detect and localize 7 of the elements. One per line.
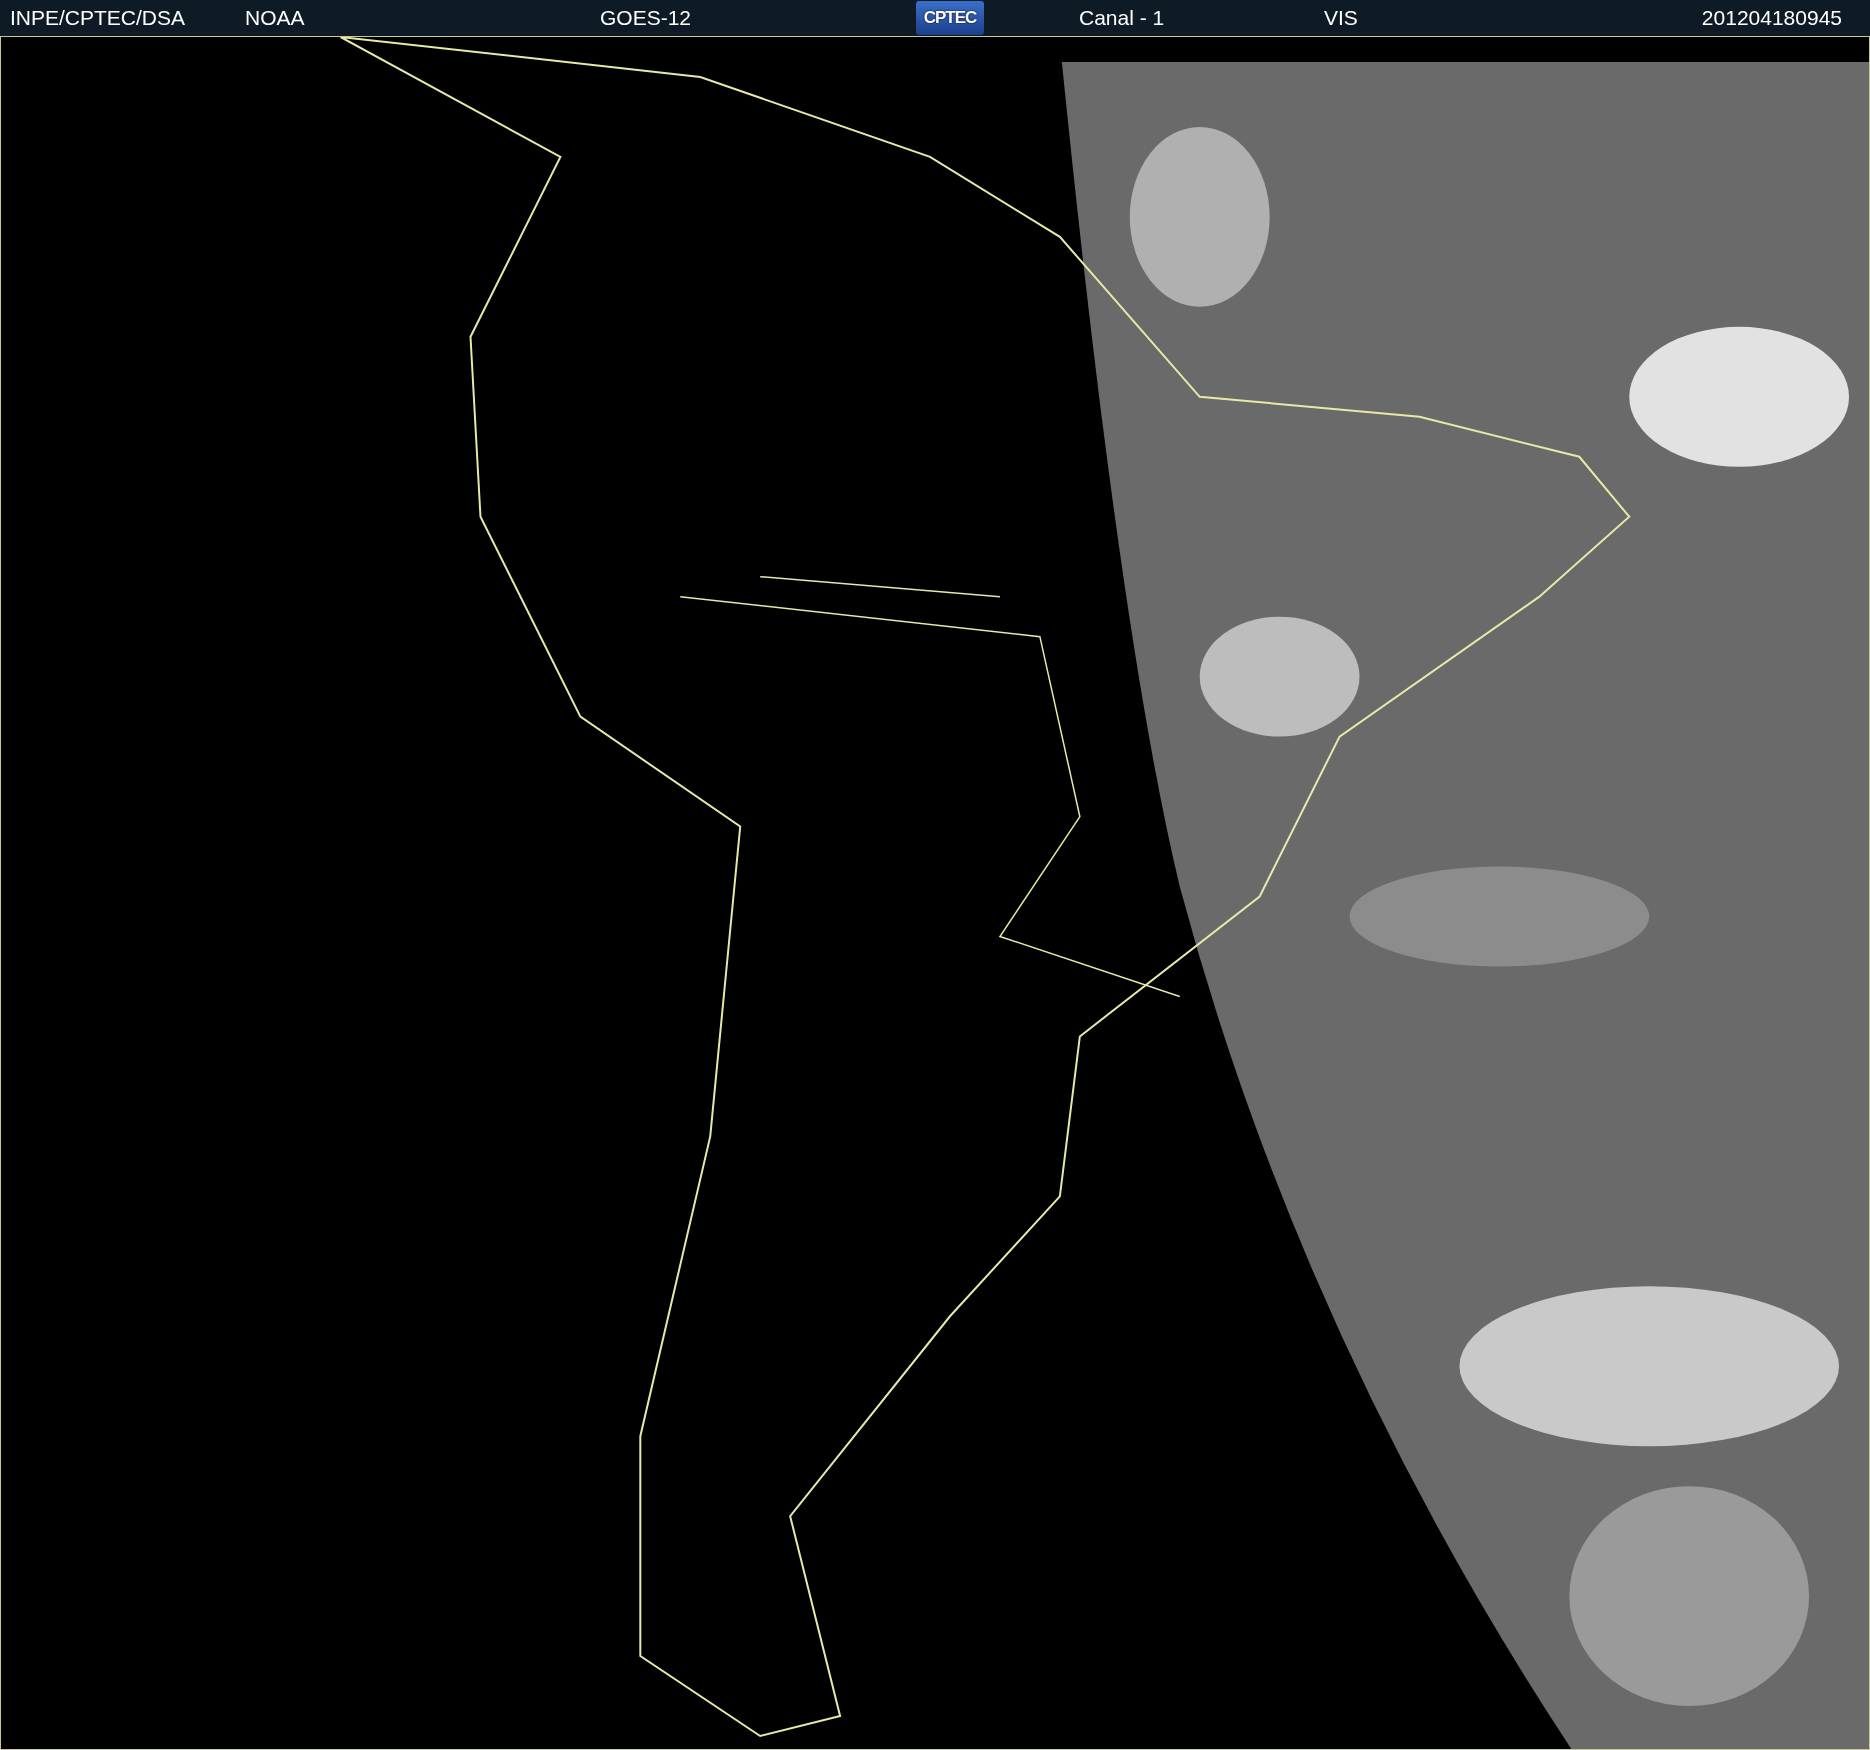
header-label: NOAA xyxy=(245,6,305,30)
timestamp-label: 201204180945 xyxy=(1701,6,1843,30)
header-label: GOES-12 xyxy=(600,6,692,30)
header-label: VIS xyxy=(1324,6,1358,30)
logo: CPTEC xyxy=(916,1,984,35)
header-label: Canal - 1 xyxy=(1079,6,1165,30)
header-label: INPE/CPTEC/DSA xyxy=(10,6,186,30)
